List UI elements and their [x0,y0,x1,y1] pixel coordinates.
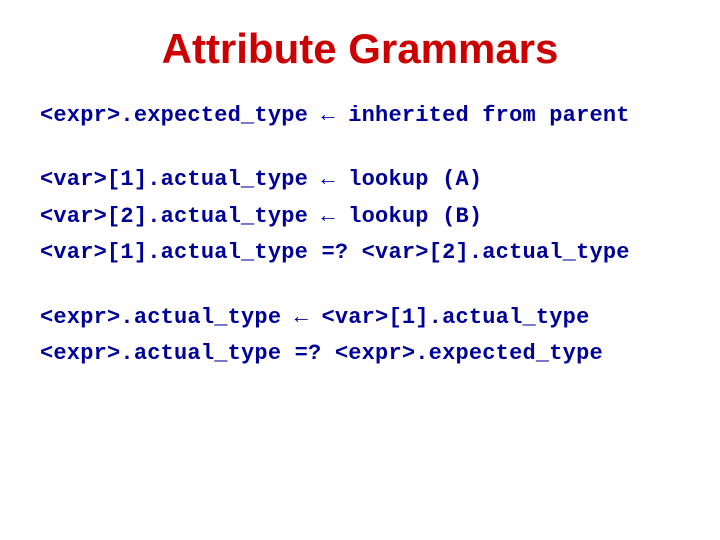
gap-2 [40,277,680,305]
rule-line-5: <expr>.actual_type ← <var>[1].actual_typ… [40,305,680,331]
slide: Attribute Grammars <expr>.expected_type … [0,0,720,540]
rule-line-2: <var>[1].actual_type ← lookup (A) [40,167,680,193]
slide-title: Attribute Grammars [40,25,680,73]
rule-line-1: <expr>.expected_type ← inherited from pa… [40,103,680,129]
rule-line-3: <var>[2].actual_type ← lookup (B) [40,204,680,230]
rule-line-6: <expr>.actual_type =? <expr>.expected_ty… [40,341,680,367]
gap-1 [40,139,680,167]
rule-line-4: <var>[1].actual_type =? <var>[2].actual_… [40,240,680,266]
